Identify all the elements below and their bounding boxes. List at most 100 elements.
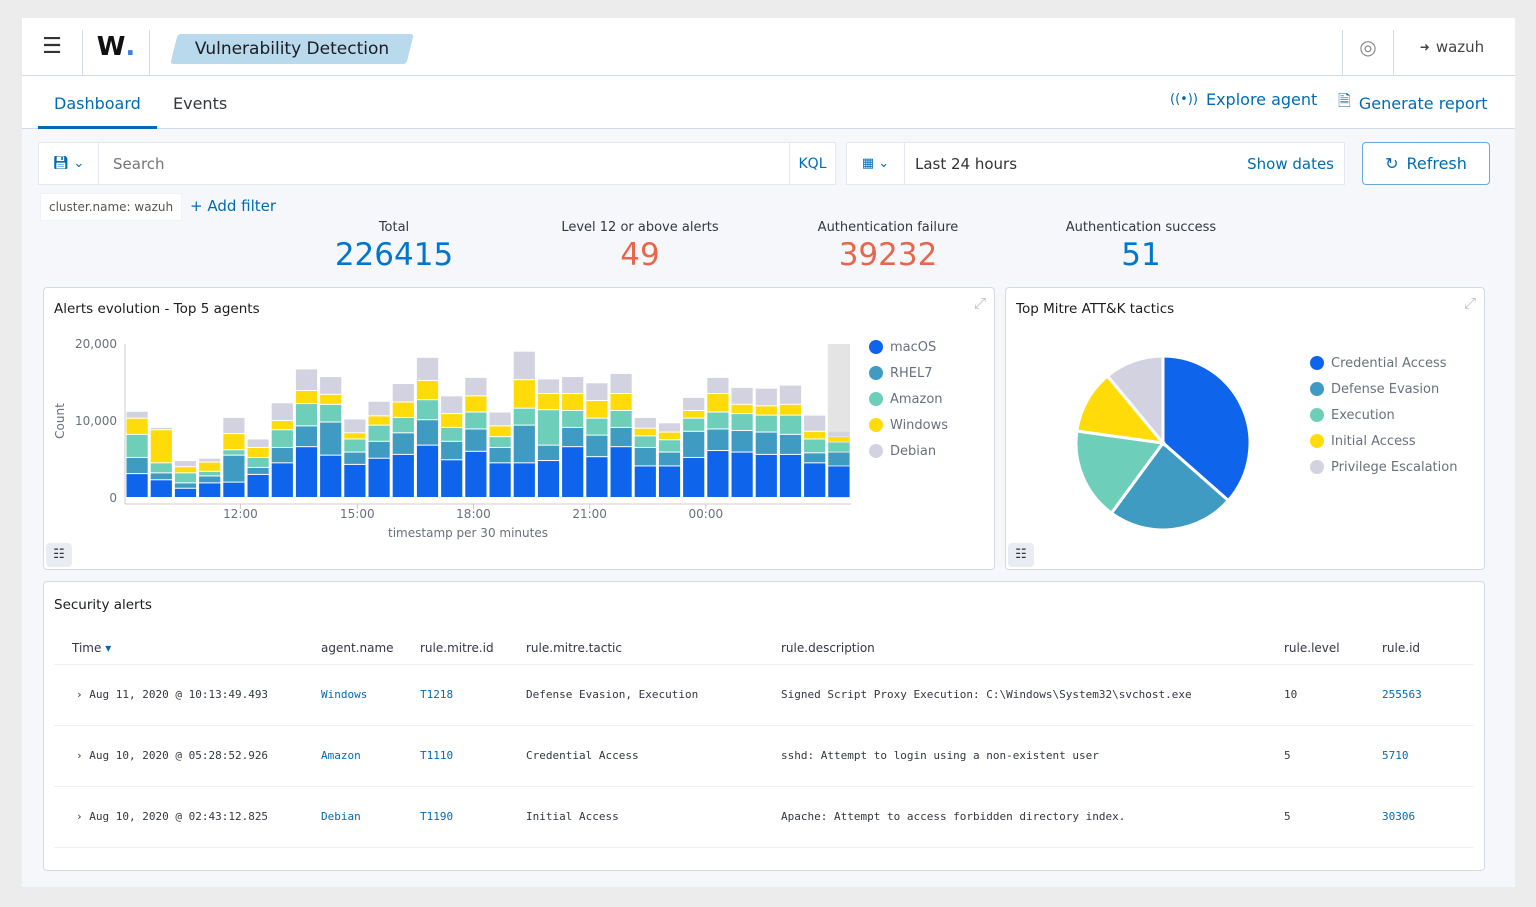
column-header[interactable]: Time ▾ [54, 632, 311, 665]
bar-rhel7 [634, 447, 656, 466]
legend-item[interactable]: Windows [869, 412, 948, 438]
top-header: ☰ W. Vulnerability Detection ◎ ➜ wazuh [22, 18, 1515, 76]
legend-item[interactable]: macOS [869, 334, 948, 360]
table-row[interactable]: › Aug 11, 2020 @ 10:13:49.493 Windows T121… [54, 664, 1474, 726]
expand-row-icon[interactable]: › [76, 688, 89, 701]
legend-item[interactable]: Privilege Escalation [1310, 454, 1457, 480]
bar-debian [707, 377, 729, 394]
bar-rhel7 [441, 441, 463, 460]
filter-pill[interactable]: cluster.name: wazuh [40, 193, 183, 221]
column-header[interactable]: rule.id [1372, 632, 1474, 665]
circle-icon[interactable]: ◎ [1343, 18, 1393, 75]
legend-swatch [869, 418, 883, 432]
x-tick-label: 18:00 [456, 507, 491, 521]
refresh-label: Refresh [1406, 154, 1467, 173]
table-cell[interactable]: Amazon [311, 725, 410, 787]
bar-rhel7 [755, 432, 777, 454]
column-header[interactable]: rule.level [1274, 632, 1372, 665]
table-cell[interactable]: T1218 [410, 664, 516, 726]
bar-windows [513, 380, 535, 408]
table-cell[interactable]: Debian [311, 786, 410, 848]
list-icon[interactable]: ☷ [46, 543, 72, 567]
date-picker: ▦ ⌄ Last 24 hours Show dates [846, 142, 1345, 185]
legend-item[interactable]: Credential Access [1310, 350, 1457, 376]
column-header[interactable]: rule.mitre.id [410, 632, 516, 665]
column-header[interactable]: rule.mitre.tactic [516, 632, 771, 665]
table-cell[interactable]: 255563 [1372, 664, 1474, 726]
bar-amazon [804, 439, 826, 453]
user-menu[interactable]: ➜ wazuh [1402, 18, 1502, 75]
breadcrumb[interactable]: Vulnerability Detection [170, 34, 414, 64]
legend-item[interactable]: Debian [869, 438, 948, 464]
expand-row-icon[interactable]: › [76, 749, 89, 762]
alerts-table: Time ▾ agent.name rule.mitre.id rule.mitre.… [54, 632, 1474, 848]
bar-windows [199, 462, 221, 471]
list-icon[interactable]: ☷ [1008, 543, 1034, 567]
table-row[interactable]: › Aug 10, 2020 @ 05:28:52.926 Amazon T1110… [54, 725, 1474, 787]
search-input[interactable] [99, 154, 789, 173]
legend-swatch [869, 340, 883, 354]
bar-macos [295, 447, 318, 497]
table-cell: 10 [1274, 664, 1372, 726]
show-dates-button[interactable]: Show dates [1247, 155, 1344, 173]
wazuh-logo[interactable]: W. [83, 18, 149, 75]
bar-macos [513, 463, 535, 497]
bar-amazon [150, 463, 172, 473]
column-header[interactable]: rule.description [771, 632, 1274, 665]
bar-rhel7 [223, 455, 245, 482]
bar-amazon [562, 410, 584, 427]
table-row[interactable]: › Aug 10, 2020 @ 02:43:12.825 Debian T1190… [54, 786, 1474, 848]
bar-windows [465, 396, 487, 412]
bar-windows [804, 431, 826, 439]
bar-rhel7 [610, 427, 632, 447]
bar-windows [658, 432, 681, 440]
hamburger-icon[interactable]: ☰ [22, 18, 82, 75]
bar-debian [489, 412, 511, 426]
table-cell: Signed Script Proxy Execution: C:\Window… [771, 664, 1274, 726]
bar-rhel7 [295, 426, 318, 447]
table-cell[interactable]: 5710 [1372, 725, 1474, 787]
tab-dashboard[interactable]: Dashboard [38, 76, 157, 129]
legend-item[interactable]: RHEL7 [869, 360, 948, 386]
calendar-dropdown[interactable]: ▦ ⌄ [847, 143, 905, 184]
saved-query-button[interactable]: 💾︎ ⌄ [39, 143, 99, 184]
stat-value: 39232 [838, 237, 938, 273]
bar-macos [174, 488, 197, 497]
table-cell[interactable]: 30306 [1372, 786, 1474, 848]
bar-rhel7 [586, 435, 608, 457]
generate-report-link[interactable]: 🗎 Generate report [1338, 90, 1488, 117]
bar-debian [537, 379, 560, 394]
bar-windows [731, 404, 753, 414]
table-cell[interactable]: T1110 [410, 725, 516, 787]
bar-macos [658, 466, 681, 497]
legend-swatch [869, 444, 883, 458]
bar-macos [320, 455, 342, 497]
add-filter-button[interactable]: + Add filter [190, 197, 276, 215]
bar-macos [683, 457, 705, 497]
tab-events[interactable]: Events [157, 76, 243, 129]
column-header[interactable]: agent.name [311, 632, 410, 665]
stat-label: Authentication success [1065, 220, 1217, 235]
refresh-button[interactable]: ↻ Refresh [1362, 142, 1490, 185]
bar-macos [804, 463, 826, 497]
date-range[interactable]: Last 24 hours [905, 155, 1247, 173]
bar-amazon [634, 436, 656, 447]
expand-row-icon[interactable]: › [76, 810, 89, 823]
table-cell[interactable]: T1190 [410, 786, 516, 848]
sort-icon[interactable]: ▾ [101, 641, 111, 655]
legend-label: Windows [890, 417, 949, 433]
legend-item[interactable]: Amazon [869, 386, 948, 412]
legend-item[interactable]: Initial Access [1310, 428, 1457, 454]
kql-toggle[interactable]: KQL [789, 143, 835, 184]
y-tick-label: 0 [109, 491, 117, 505]
stat-label: Authentication failure [817, 220, 959, 235]
legend-item[interactable]: Defense Evasion [1310, 376, 1457, 402]
x-tick-label: 12:00 [223, 507, 258, 521]
explore-agent-link[interactable]: ((•)) Explore agent [1170, 90, 1317, 109]
table-cell[interactable]: Windows [311, 664, 410, 726]
bar-debian [441, 396, 463, 414]
legend-item[interactable]: Execution [1310, 402, 1457, 428]
bar-rhel7 [683, 431, 705, 457]
bar-macos [707, 451, 729, 497]
expand-icon[interactable]: ⤢ [1464, 294, 1476, 312]
